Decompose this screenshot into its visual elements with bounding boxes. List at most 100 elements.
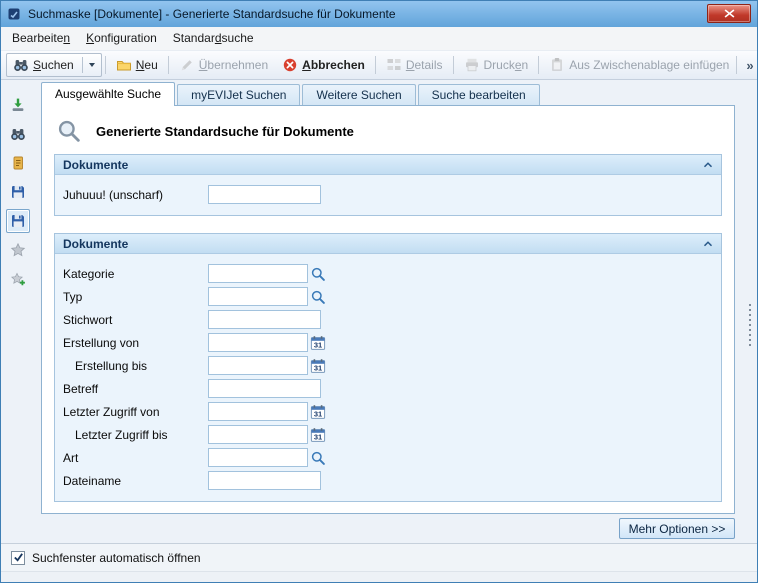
juhuuu-unscharf-input[interactable] (208, 185, 321, 204)
field-row: Juhuuu! (unscharf) (63, 183, 713, 206)
calendar-icon: 31 (310, 335, 326, 351)
field-row: Erstellung von31 (63, 331, 713, 354)
save-icon (10, 184, 26, 200)
art-input[interactable] (208, 448, 308, 467)
star-icon (10, 242, 26, 258)
save-all-icon (10, 213, 26, 229)
toolbar-button-label: Abbrechen (302, 58, 365, 72)
drucken-button[interactable]: Drucken (457, 53, 536, 77)
uebernehmen-button[interactable]: Übernehmen (172, 53, 275, 77)
erstellung-bis-input[interactable] (208, 356, 308, 375)
toolbar-separator (168, 56, 169, 74)
field-row: Betreff (63, 377, 713, 400)
erstellung-von-input[interactable] (208, 333, 308, 352)
field-row: Art (63, 446, 713, 469)
group-dokumente-1: Dokumente Juhuuu! (unscharf) (54, 154, 722, 216)
binoculars-icon (10, 126, 26, 142)
group-header[interactable]: Dokumente (55, 234, 721, 254)
menu-bearbeiten[interactable]: Bearbeiten (4, 28, 78, 49)
field-row: Letzter Zugriff bis 31 (63, 423, 713, 446)
field-groups: Dokumente Juhuuu! (unscharf) Dokumente Kate… (42, 154, 734, 502)
heading-search-icon (56, 118, 82, 144)
letzter-zugriff-von-calendar-button[interactable]: 31 (310, 404, 326, 420)
letzter-zugriff-von-input[interactable] (208, 402, 308, 421)
menubar: BearbeitenKonfigurationStandardsuche (1, 27, 757, 50)
tab-strip: Ausgewählte SuchemyEVIJet SuchenWeitere … (41, 82, 542, 105)
group-body: KategorieTypStichwortErstellung von31Ers… (55, 254, 721, 501)
auto-open-checkbox-label: Suchfenster automatisch öffnen (32, 551, 201, 565)
collapse-chevron-icon[interactable] (701, 158, 715, 172)
lookup-icon (310, 266, 326, 282)
group-dokumente-2: DokumenteKategorieTypStichwortErstellung… (54, 233, 722, 502)
lookup-icon (310, 450, 326, 466)
sidebar-clipboard-button[interactable] (6, 151, 30, 175)
footer-bar: Suchfenster automatisch öffnen (1, 543, 757, 571)
sidebar-save-all-button[interactable] (6, 209, 30, 233)
menu-konfiguration[interactable]: Konfiguration (78, 28, 165, 49)
field-row: Letzter Zugriff von 31 (63, 400, 713, 423)
stichwort-label: Stichwort (63, 313, 208, 327)
aus-zwischenablage-einfuegen-button[interactable]: Aus Zwischenablage einfügen (542, 53, 736, 77)
print-icon (464, 57, 480, 73)
typ-input[interactable] (208, 287, 308, 306)
auto-open-checkbox[interactable] (11, 551, 25, 565)
erstellung-bis-calendar-button[interactable]: 31 (310, 358, 326, 374)
group-title: Dokumente (63, 237, 128, 251)
dropdown-caret-icon[interactable] (89, 63, 95, 67)
collapse-chevron-icon[interactable] (701, 237, 715, 251)
art-lookup-button[interactable] (310, 450, 326, 466)
side-toolbar (6, 93, 30, 291)
abbrechen-button[interactable]: Abbrechen (275, 53, 372, 77)
svg-text:31: 31 (314, 409, 322, 418)
toolbar-button-label: Neu (136, 58, 158, 72)
dateiname-label: Dateiname (63, 474, 208, 488)
dateiname-input[interactable] (208, 471, 321, 490)
neu-button[interactable]: Neu (109, 53, 165, 77)
field-row: Kategorie (63, 262, 713, 285)
field-row: Dateiname (63, 469, 713, 492)
splitter-handle[interactable] (747, 302, 753, 348)
sidebar-import-button[interactable] (6, 93, 30, 117)
letzter-zugriff-bis-label: Letzter Zugriff bis (63, 428, 208, 442)
tab-weitere-suchen[interactable]: Weitere Suchen (302, 84, 415, 105)
svg-text:31: 31 (314, 432, 322, 441)
sidebar-save-button[interactable] (6, 180, 30, 204)
split-divider (82, 57, 83, 73)
field-row: Stichwort (63, 308, 713, 331)
group-header[interactable]: Dokumente (55, 155, 721, 175)
kategorie-lookup-button[interactable] (310, 266, 326, 282)
kategorie-input[interactable] (208, 264, 308, 283)
sidebar-star-button[interactable] (6, 238, 30, 262)
typ-lookup-button[interactable] (310, 289, 326, 305)
statusbar (1, 571, 757, 582)
tab-suche-bearbeiten[interactable]: Suche bearbeiten (418, 84, 540, 105)
cancel-icon (282, 57, 298, 73)
binoculars-icon (13, 57, 29, 73)
erstellung-von-calendar-button[interactable]: 31 (310, 335, 326, 351)
letzter-zugriff-bis-input[interactable] (208, 425, 308, 444)
menu-standardsuche[interactable]: Standardsuche (165, 28, 262, 49)
art-label: Art (63, 451, 208, 465)
page-title: Generierte Standardsuche für Dokumente (96, 124, 354, 139)
paste-icon (549, 57, 565, 73)
suchen-button[interactable]: Suchen (6, 53, 102, 77)
details-button[interactable]: Details (379, 53, 450, 77)
stichwort-input[interactable] (208, 310, 321, 329)
toolbar-button-label: Suchen (33, 58, 74, 72)
toolbar-button-label: Drucken (484, 58, 529, 72)
toolbar-separator (105, 56, 106, 74)
kategorie-label: Kategorie (63, 267, 208, 281)
tab-myevijet-suchen[interactable]: myEVIJet Suchen (177, 84, 300, 105)
more-options-button[interactable]: Mehr Optionen >> (619, 518, 735, 539)
tab-ausgewaehlte-suche[interactable]: Ausgewählte Suche (41, 82, 175, 106)
toolbar-separator (538, 56, 539, 74)
close-button[interactable] (707, 4, 751, 23)
toolbar-separator (736, 56, 737, 74)
sidebar-star-add-button[interactable] (6, 267, 30, 291)
betreff-input[interactable] (208, 379, 321, 398)
toolbar-overflow-button[interactable]: » (742, 58, 757, 73)
sidebar-binoculars-button[interactable] (6, 122, 30, 146)
window-title: Suchmaske [Dokumente] - Generierte Stand… (28, 7, 396, 21)
letzter-zugriff-von-label: Letzter Zugriff von (63, 405, 208, 419)
letzter-zugriff-bis-calendar-button[interactable]: 31 (310, 427, 326, 443)
